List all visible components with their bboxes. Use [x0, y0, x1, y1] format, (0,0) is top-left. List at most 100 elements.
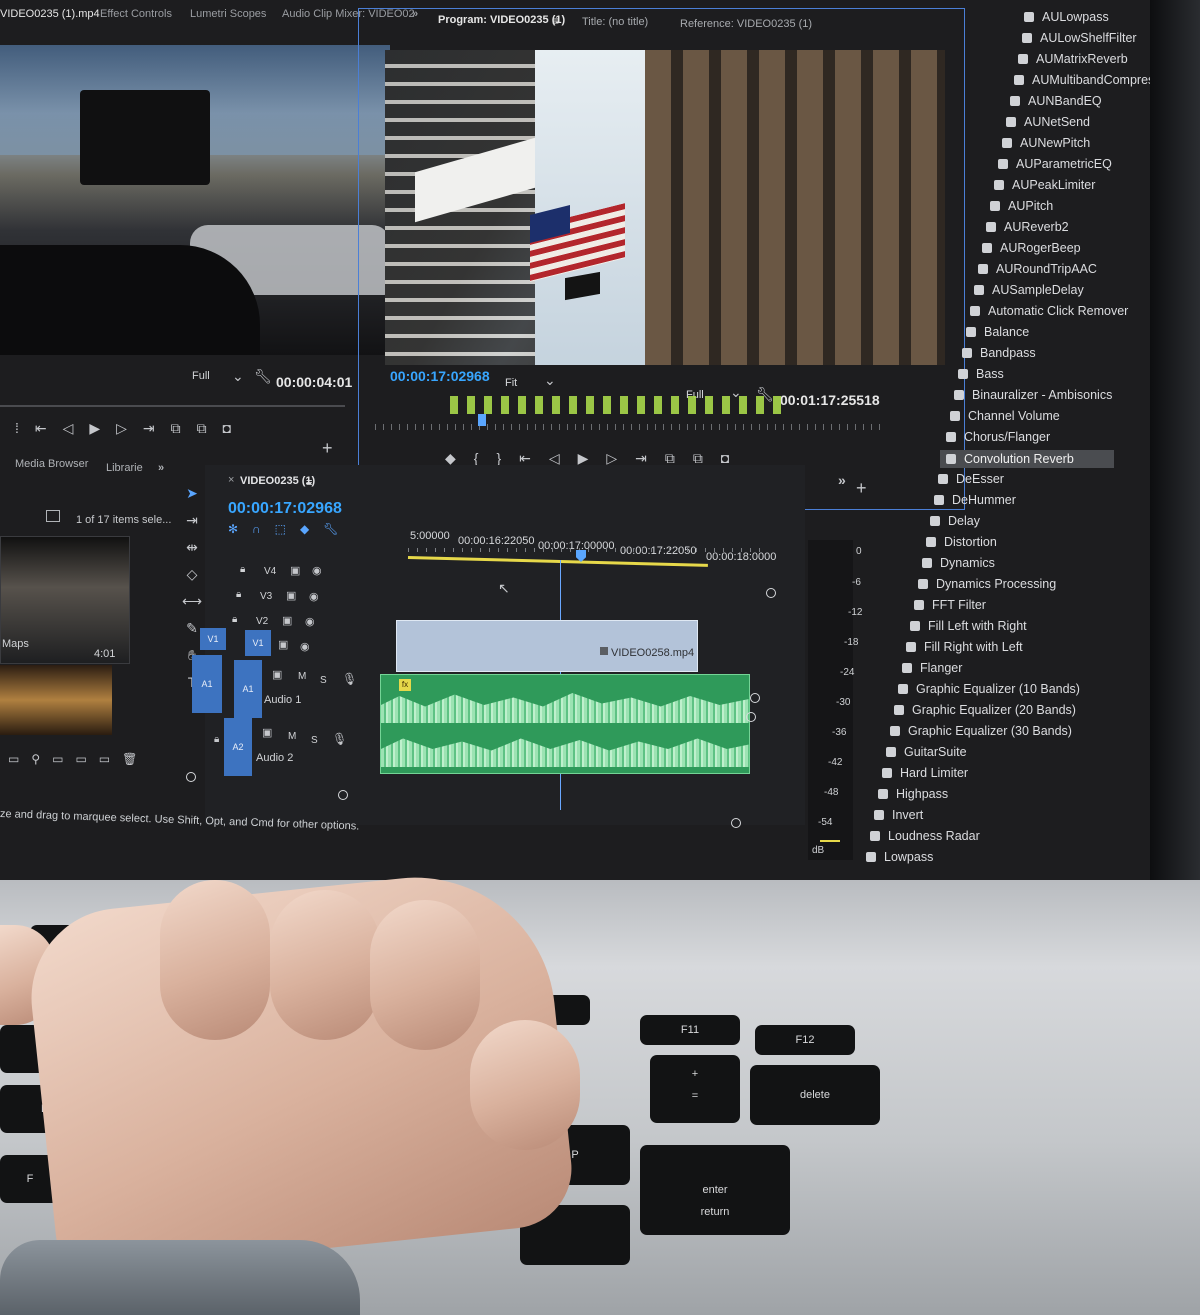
- sync-lock-icon[interactable]: ▣: [282, 614, 292, 627]
- add-button-icon[interactable]: +: [856, 478, 867, 499]
- effect-item[interactable]: Channel Volume: [950, 409, 1060, 423]
- pen-tool-icon[interactable]: ✎: [182, 615, 202, 642]
- program-menu-icon[interactable]: ≡: [552, 14, 559, 28]
- scroll-handle[interactable]: [746, 712, 756, 722]
- effect-item[interactable]: AUNewPitch: [1002, 136, 1090, 150]
- effect-item[interactable]: Flanger: [902, 661, 962, 675]
- effect-item[interactable]: Dynamics Processing: [918, 577, 1056, 591]
- source-patch-v1[interactable]: V1: [200, 628, 226, 650]
- source-patch-a1[interactable]: A1: [192, 655, 222, 713]
- effect-item[interactable]: Binauralizer - Ambisonics: [954, 388, 1112, 402]
- key-delete[interactable]: delete: [750, 1065, 880, 1125]
- project-toolbar-icons[interactable]: ▭⚲▭▭▭🗑︎: [8, 752, 149, 766]
- chevron-down-icon[interactable]: ⌄: [232, 368, 244, 385]
- effect-item[interactable]: AUSampleDelay: [974, 283, 1084, 297]
- effect-item-selected[interactable]: Convolution Reverb: [940, 450, 1114, 468]
- effect-item[interactable]: AUMatrixReverb: [1018, 52, 1128, 66]
- track-select-tool-icon[interactable]: ⇥: [182, 507, 202, 534]
- effect-item[interactable]: Loudness Radar: [870, 829, 980, 843]
- lock-icon[interactable]: 🔒︎: [232, 614, 237, 625]
- tab-effect-controls[interactable]: Effect Controls: [100, 8, 172, 20]
- mute-button[interactable]: M: [298, 671, 306, 682]
- program-playhead-marker[interactable]: [478, 414, 486, 426]
- sequence-tab[interactable]: VIDEO0235 (1): [240, 475, 315, 487]
- effect-item[interactable]: Lowpass: [866, 850, 933, 864]
- eye-icon[interactable]: ◉: [309, 590, 319, 603]
- wrench-icon[interactable]: 🔧︎: [254, 368, 272, 385]
- program-scrubber[interactable]: [375, 424, 880, 430]
- solo-button[interactable]: S: [320, 675, 327, 686]
- effect-item[interactable]: AUMultibandCompressor: [1014, 73, 1172, 87]
- effect-item[interactable]: Chorus/Flanger: [946, 430, 1050, 444]
- audio-clip[interactable]: fx: [380, 674, 750, 774]
- effect-item[interactable]: Invert: [874, 808, 923, 822]
- effect-item[interactable]: AURoundTripAAC: [978, 262, 1097, 276]
- effect-item[interactable]: Delay: [930, 514, 980, 528]
- tab-title[interactable]: Title: (no title): [582, 16, 648, 28]
- selection-tool-icon[interactable]: ➤: [182, 480, 202, 507]
- clip-thumbnail-2[interactable]: [0, 665, 112, 735]
- effect-item[interactable]: Highpass: [878, 787, 948, 801]
- scroll-handle[interactable]: [731, 818, 741, 828]
- effect-item[interactable]: AUNetSend: [1006, 115, 1090, 129]
- effect-item[interactable]: Graphic Equalizer (30 Bands): [890, 724, 1072, 738]
- sync-lock-icon[interactable]: ▣: [278, 638, 288, 651]
- source-zoom-select[interactable]: Full: [192, 370, 210, 382]
- effect-item[interactable]: FFT Filter: [914, 598, 986, 612]
- sync-lock-icon[interactable]: ▣: [262, 726, 272, 739]
- overflow-icon[interactable]: »: [838, 472, 846, 488]
- folder-icon[interactable]: [46, 510, 60, 522]
- scroll-handle[interactable]: [186, 772, 196, 782]
- effect-item[interactable]: AUNBandEQ: [1010, 94, 1102, 108]
- tab-lumetri-scopes[interactable]: Lumetri Scopes: [190, 8, 266, 20]
- effect-item[interactable]: AURogerBeep: [982, 241, 1081, 255]
- program-current-time[interactable]: 00:00:17:02968: [390, 368, 490, 384]
- track-v1-target[interactable]: V1: [245, 630, 271, 656]
- effect-item[interactable]: Bass: [958, 367, 1004, 381]
- eye-icon[interactable]: ◉: [312, 564, 322, 577]
- chevron-down-icon[interactable]: ⌄: [544, 372, 556, 389]
- effect-item[interactable]: GuitarSuite: [886, 745, 967, 759]
- effect-item[interactable]: Hard Limiter: [882, 766, 968, 780]
- effect-item[interactable]: Graphic Equalizer (20 Bands): [894, 703, 1076, 717]
- effect-item[interactable]: DeHummer: [934, 493, 1016, 507]
- ruler-ticks[interactable]: [408, 548, 768, 552]
- slip-tool-icon[interactable]: ⟷: [182, 588, 202, 615]
- effect-item[interactable]: Fill Left with Right: [910, 619, 1027, 633]
- scroll-handle[interactable]: [750, 693, 760, 703]
- scroll-handle[interactable]: [338, 790, 348, 800]
- key-f11[interactable]: F11: [640, 1015, 740, 1045]
- effect-item[interactable]: AULowpass: [1024, 10, 1109, 24]
- mute-button[interactable]: M: [288, 731, 296, 742]
- tab-libraries[interactable]: Librarie: [106, 462, 143, 474]
- video-clip[interactable]: VIDEO0258.mp4: [396, 620, 698, 672]
- tab-media-browser[interactable]: Media Browser: [15, 458, 88, 470]
- timeline-toolbar-icons[interactable]: ✻∩⬚◆🔧︎: [228, 522, 352, 536]
- source-transport-controls[interactable]: ⁞⇤◁▶▷⇥⧉⧉◘: [15, 420, 247, 437]
- tab-program[interactable]: Program: VIDEO0235 (1): [438, 14, 565, 26]
- effect-item[interactable]: Fill Right with Left: [906, 640, 1023, 654]
- effect-item[interactable]: AUParametricEQ: [998, 157, 1112, 171]
- timeline-timecode[interactable]: 00:00:17:02968: [228, 500, 342, 518]
- effect-item[interactable]: DeEsser: [938, 472, 1004, 486]
- sync-lock-icon[interactable]: ▣: [290, 564, 300, 577]
- eye-icon[interactable]: ◉: [305, 615, 315, 628]
- key-return[interactable]: enter return: [640, 1145, 790, 1235]
- lock-icon[interactable]: 🔒︎: [214, 734, 219, 745]
- effect-item[interactable]: AULowShelfFilter: [1022, 31, 1137, 45]
- effect-item[interactable]: Graphic Equalizer (10 Bands): [898, 682, 1080, 696]
- track-a1-target[interactable]: A1: [234, 660, 262, 718]
- effect-item[interactable]: Dynamics: [922, 556, 995, 570]
- lock-icon[interactable]: 🔒︎: [240, 564, 245, 575]
- lock-icon[interactable]: 🔒︎: [236, 589, 241, 600]
- ripple-edit-tool-icon[interactable]: ⇹: [182, 534, 202, 561]
- microphone-icon[interactable]: 🎙︎: [332, 732, 347, 746]
- key-f12[interactable]: F12: [755, 1025, 855, 1055]
- microphone-icon[interactable]: 🎙︎: [342, 672, 357, 686]
- eye-icon[interactable]: ◉: [300, 640, 310, 653]
- close-icon[interactable]: ×: [228, 474, 234, 486]
- effect-item[interactable]: Bandpass: [962, 346, 1036, 360]
- panel-overflow-icon[interactable]: »: [158, 462, 164, 474]
- effect-item[interactable]: AUReverb2: [986, 220, 1069, 234]
- sync-lock-icon[interactable]: ▣: [272, 668, 282, 681]
